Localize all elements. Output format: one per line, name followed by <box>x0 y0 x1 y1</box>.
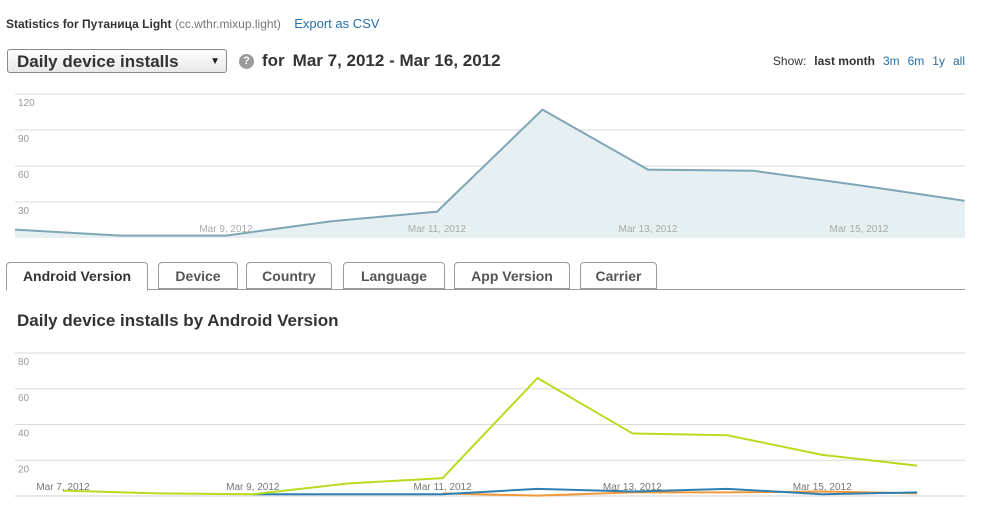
tab-language[interactable]: Language <box>343 262 445 289</box>
main-y-tick-label: 60 <box>18 170 30 181</box>
tab-android-version[interactable]: Android Version <box>6 262 148 291</box>
sub-x-tick-label: Mar 15, 2012 <box>793 482 852 493</box>
sub-y-tick-label: 60 <box>18 393 30 404</box>
sub-x-tick-label: Mar 13, 2012 <box>603 482 662 493</box>
sub-y-tick-label: 20 <box>18 464 30 475</box>
android-version-chart: 80 60 40 20 Mar 7, 2012 Mar 9, 2012 Mar 11, 2… <box>15 352 965 497</box>
main-installs-chart: 120 90 60 30 Mar 9, 2012 Mar 11, 2012 Mar 13,… <box>14 93 965 238</box>
sub-x-tick-label: Mar 9, 2012 <box>226 482 280 493</box>
tab-app-version[interactable]: App Version <box>454 262 570 289</box>
tab-divider <box>147 289 965 290</box>
main-x-tick-label: Mar 13, 2012 <box>619 224 678 235</box>
main-x-tick-label: Mar 9, 2012 <box>199 224 253 235</box>
main-x-tick-label: Mar 11, 2012 <box>408 224 467 235</box>
sub-y-tick-label: 40 <box>18 429 30 440</box>
sub-x-tick-label: Mar 7, 2012 <box>36 482 90 493</box>
tab-device[interactable]: Device <box>158 262 238 289</box>
main-x-tick-label: Mar 15, 2012 <box>830 224 889 235</box>
sub-y-tick-label: 80 <box>18 357 30 368</box>
series-line-green <box>62 376 918 496</box>
main-y-tick-label: 120 <box>18 98 35 109</box>
sub-x-tick-label: Mar 11, 2012 <box>414 482 473 493</box>
tab-country[interactable]: Country <box>246 262 332 289</box>
main-series-area <box>15 109 965 238</box>
main-y-tick-label: 30 <box>18 206 30 217</box>
tab-carrier[interactable]: Carrier <box>580 262 657 289</box>
main-y-tick-label: 90 <box>18 134 30 145</box>
breakdown-title: Daily device installs by Android Version <box>17 311 339 330</box>
